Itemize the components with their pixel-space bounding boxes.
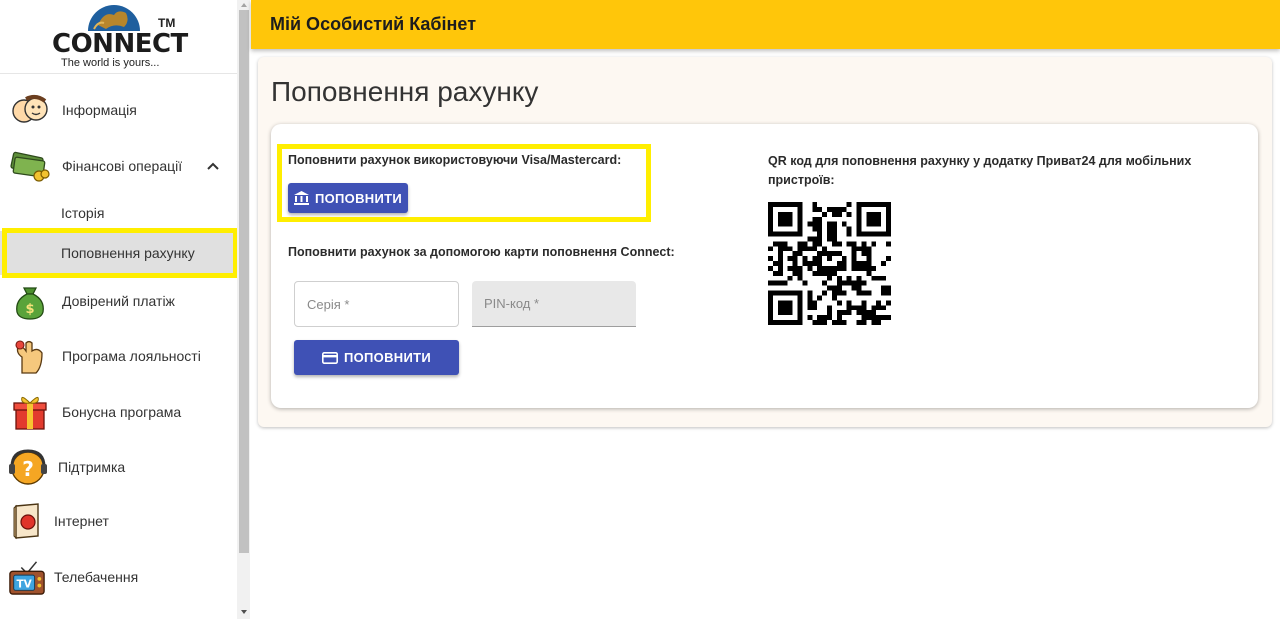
hand-icon	[10, 336, 50, 376]
internet-icon	[8, 501, 44, 541]
sidebar-item-loyalty[interactable]: Програма лояльності	[0, 334, 237, 378]
money-bag-icon: $	[10, 281, 50, 321]
sidebar-item-label: Фінансові операції	[62, 158, 183, 174]
sidebar-item-label: Бонусна програма	[62, 404, 182, 420]
money-icon	[10, 146, 50, 186]
face-icon	[10, 90, 50, 130]
globe-icon	[88, 5, 140, 31]
sidebar-scrollbar-thumb[interactable]	[239, 10, 249, 553]
sidebar-item-tv[interactable]: TV Телебачення	[0, 555, 237, 599]
header-title: Мій Особистий Кабінет	[270, 14, 477, 34]
trademark: TM	[158, 16, 176, 30]
sidebar-item-label: Підтримка	[58, 459, 126, 475]
credit-card-icon	[321, 351, 338, 364]
highlight-box-sidebar	[2, 228, 238, 278]
svg-text:TV: TV	[17, 578, 33, 590]
sidebar-item-internet[interactable]: Інтернет	[0, 499, 237, 543]
series-placeholder: Серія *	[307, 296, 350, 312]
sidebar: CONNECT TM The world is yours... Інформа…	[0, 0, 238, 619]
sidebar-item-label: Програма лояльності	[62, 348, 201, 364]
slogan: The world is yours...	[61, 57, 160, 69]
series-input[interactable]: Серія *	[294, 281, 459, 327]
sidebar-item-finance[interactable]: Фінансові операції	[0, 143, 237, 189]
tv-icon: TV	[8, 557, 46, 597]
scroll-down-icon[interactable]	[239, 607, 249, 617]
pin-input[interactable]: PIN-код *	[472, 281, 636, 327]
sidebar-subitem-label: Історія	[61, 205, 105, 221]
brand-name: CONNECT	[52, 29, 188, 59]
svg-text:$: $	[25, 302, 34, 317]
sidebar-item-label: Інтернет	[54, 513, 109, 529]
chevron-up-icon[interactable]	[207, 162, 219, 170]
gift-icon	[10, 392, 50, 432]
card-topup-button[interactable]: ПОПОВНИТИ	[294, 340, 459, 375]
scroll-up-icon[interactable]	[239, 0, 249, 10]
sidebar-item-support[interactable]: ? Підтримка	[0, 445, 237, 489]
card-topup-button-label: ПОПОВНИТИ	[343, 350, 432, 365]
sidebar-item-label: Інформація	[62, 102, 137, 118]
card-label: Поповнити рахунок за допомогою карти поп…	[288, 245, 675, 259]
sidebar-item-info[interactable]: Інформація	[0, 88, 237, 132]
highlight-box-visa	[277, 144, 651, 222]
page-title: Поповнення рахунку	[271, 76, 539, 107]
svg-text:?: ?	[22, 457, 34, 481]
pin-placeholder: PIN-код *	[484, 296, 540, 311]
sidebar-item-label: Довірений платіж	[62, 293, 175, 309]
qr-code	[768, 202, 891, 325]
support-icon: ?	[8, 447, 48, 487]
qr-label: QR код для поповнення рахунку у додатку …	[768, 154, 1192, 187]
sidebar-item-trusted-payment[interactable]: $ Довірений платіж	[0, 280, 237, 322]
header-bar: Мій Особистий Кабінет	[251, 0, 1280, 49]
logo[interactable]: CONNECT TM The world is yours...	[0, 0, 237, 74]
sidebar-item-label: Телебачення	[54, 569, 139, 585]
sidebar-item-bonus[interactable]: Бонусна програма	[0, 390, 237, 434]
